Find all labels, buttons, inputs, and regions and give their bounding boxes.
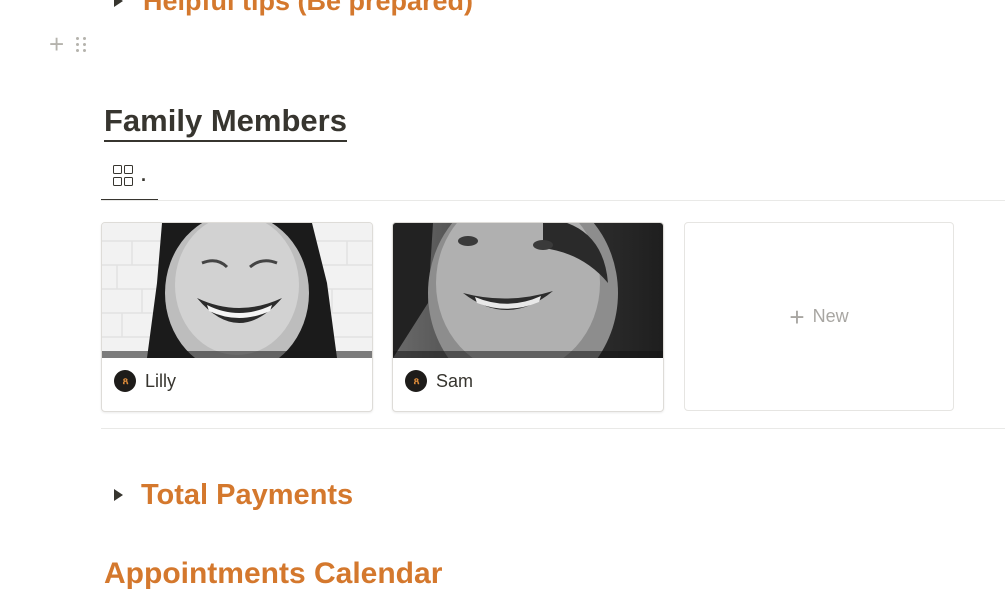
people-icon: ጸ — [405, 370, 427, 392]
toggle-arrow-icon[interactable] — [114, 489, 123, 501]
family-members-title[interactable]: Family Members — [104, 103, 347, 142]
gallery-card-sam[interactable]: ጸ Sam — [392, 222, 664, 412]
card-name: Lilly — [145, 370, 177, 391]
gallery-card-lilly[interactable]: ጸ Lilly — [101, 222, 373, 412]
new-card-button[interactable]: + New — [684, 222, 954, 411]
lilly-photo — [102, 223, 372, 358]
toggle-arrow-icon[interactable] — [114, 0, 123, 7]
total-payments-toggle[interactable]: Total Payments — [114, 477, 353, 513]
new-label: New — [812, 306, 849, 326]
gallery-bottom-divider — [101, 428, 1005, 429]
people-icon: ጸ — [114, 370, 136, 392]
drag-handle-icon[interactable] — [76, 36, 87, 52]
view-tab-label: . — [141, 164, 147, 185]
card-cover-image — [393, 223, 663, 358]
add-block-icon[interactable]: + — [49, 31, 64, 57]
appointments-calendar-title: Appointments Calendar — [104, 557, 443, 590]
block-handle[interactable]: + — [49, 31, 87, 57]
card-cover-image — [102, 223, 372, 358]
card-name: Sam — [436, 370, 474, 391]
gallery-view-tab[interactable]: . — [113, 157, 146, 193]
helpful-tips-heading: Helpful tips (Be prepared) — [143, 0, 474, 16]
gallery-view-icon — [113, 164, 133, 186]
total-payments-heading: Total Payments — [141, 478, 354, 511]
plus-icon: + — [789, 301, 805, 332]
view-tabs-divider — [101, 200, 1005, 201]
helpful-tips-toggle[interactable]: Helpful tips (Be prepared) — [114, 0, 473, 16]
sam-photo — [393, 223, 663, 358]
